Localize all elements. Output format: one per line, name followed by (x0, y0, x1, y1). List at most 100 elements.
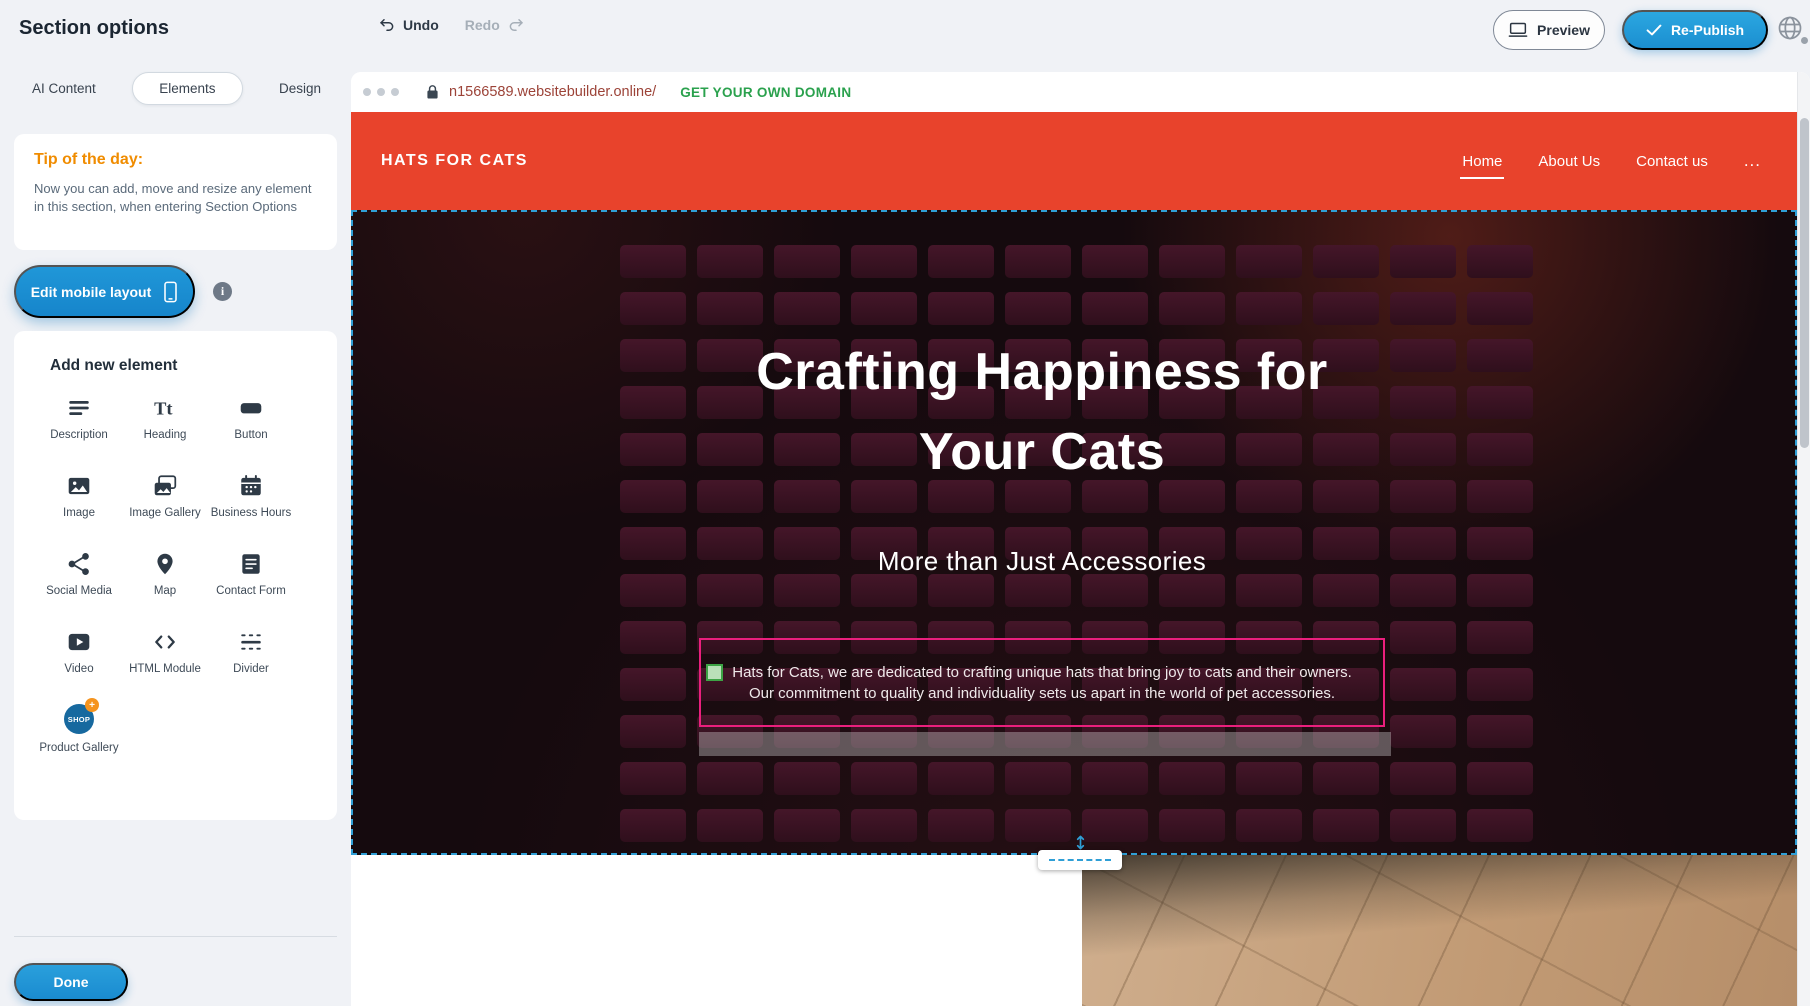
element-product-gallery[interactable]: SHOP + Product Gallery (36, 707, 122, 772)
hero-tile (1467, 480, 1533, 513)
tab-ai-content[interactable]: AI Content (24, 72, 104, 105)
nav-home[interactable]: Home (1462, 153, 1502, 170)
hero-tile (620, 574, 686, 607)
element-label: Divider (233, 662, 269, 676)
element-heading[interactable]: Tt Heading (122, 395, 208, 460)
hero-tile (1467, 433, 1533, 466)
image-gallery-icon (152, 473, 178, 499)
element-social-media[interactable]: Social Media (36, 551, 122, 616)
hero-tile (620, 480, 686, 513)
section-resize-handle[interactable] (1038, 835, 1122, 870)
next-section (351, 855, 1797, 1006)
hero-text-column: Crafting Happiness for Your Cats More th… (699, 210, 1385, 855)
element-html-module[interactable]: HTML Module (122, 629, 208, 694)
site-url[interactable]: n1566589.websitebuilder.online/ (449, 84, 656, 100)
page-title: Section options (19, 17, 169, 40)
window-dot (377, 88, 385, 96)
add-element-title: Add new element (50, 357, 337, 375)
hero-tile (1467, 668, 1533, 701)
hero-tile (620, 668, 686, 701)
edit-mobile-layout-button[interactable]: Edit mobile layout (14, 265, 195, 318)
hero-tile (620, 433, 686, 466)
window-dot (391, 88, 399, 96)
element-image-gallery[interactable]: Image Gallery (122, 473, 208, 538)
button-icon (238, 395, 264, 421)
contact-form-icon (238, 551, 264, 577)
tab-elements[interactable]: Elements (132, 72, 242, 105)
description-icon (66, 395, 92, 421)
hero-tile (1390, 386, 1456, 419)
map-pin-icon (152, 551, 178, 577)
browser-chrome: n1566589.websitebuilder.online/ GET YOUR… (351, 72, 1810, 112)
window-dot (363, 88, 371, 96)
hero-tile (1467, 715, 1533, 748)
redo-icon (507, 16, 525, 34)
edit-mobile-layout-label: Edit mobile layout (31, 284, 152, 300)
nav-about-us[interactable]: About Us (1538, 153, 1600, 170)
mobile-layout-row: Edit mobile layout i (14, 265, 232, 318)
nav-more-icon[interactable]: ... (1744, 151, 1761, 171)
resize-handle-green[interactable] (706, 664, 723, 681)
republish-label: Re-Publish (1671, 22, 1744, 38)
hero-tile (620, 527, 686, 560)
hero-subheading[interactable]: More than Just Accessories (699, 546, 1385, 577)
done-button[interactable]: Done (14, 963, 128, 1001)
site-header[interactable]: HATS FOR CATS Home About Us Contact us .… (351, 112, 1797, 210)
sidebar: AI Content Elements Design Tip of the da… (0, 58, 351, 1006)
hero-tile (1390, 809, 1456, 842)
hero-tile (620, 715, 686, 748)
nav-contact-us[interactable]: Contact us (1636, 153, 1708, 170)
preview-label: Preview (1537, 22, 1590, 38)
hero-paragraph-selected[interactable]: Hats for Cats, we are dedicated to craft… (699, 638, 1385, 727)
element-divider[interactable]: Divider (208, 629, 294, 694)
hero-tile (620, 809, 686, 842)
tip-title: Tip of the day: (34, 151, 317, 169)
element-label: Video (64, 662, 93, 676)
hero-tile (1467, 574, 1533, 607)
undo-label: Undo (403, 17, 439, 33)
element-label: Description (50, 428, 108, 442)
scrollbar[interactable] (1797, 72, 1810, 1006)
info-icon[interactable]: i (213, 282, 232, 301)
element-image[interactable]: Image (36, 473, 122, 538)
tab-design[interactable]: Design (271, 72, 329, 105)
resize-pill (1038, 850, 1122, 870)
image-icon (66, 473, 92, 499)
hero-tile (1467, 245, 1533, 278)
hero-tile (1467, 339, 1533, 372)
undo-button[interactable]: Undo (378, 16, 439, 34)
element-map[interactable]: Map (122, 551, 208, 616)
element-video[interactable]: Video (36, 629, 122, 694)
svg-text:Tt: Tt (154, 399, 173, 419)
element-label: HTML Module (129, 662, 201, 676)
hero-tile (1390, 245, 1456, 278)
hero-tile (620, 339, 686, 372)
add-element-panel: Add new element Description Tt Heading B… (14, 331, 337, 820)
resize-arrows-icon (1073, 835, 1088, 850)
get-domain-link[interactable]: GET YOUR OWN DOMAIN (680, 85, 851, 100)
element-label: Business Hours (211, 506, 292, 520)
element-button[interactable]: Button (208, 395, 294, 460)
hover-ghost-strip (699, 732, 1391, 756)
divider-icon (238, 629, 264, 655)
hero-section[interactable]: Crafting Happiness for Your Cats More th… (351, 210, 1797, 855)
hero-tile (620, 621, 686, 654)
hero-tile (1467, 809, 1533, 842)
browser-window: n1566589.websitebuilder.online/ GET YOUR… (351, 72, 1810, 1006)
element-label: Product Gallery (39, 741, 118, 755)
redo-button[interactable]: Redo (465, 16, 525, 34)
scrollbar-thumb[interactable] (1800, 118, 1809, 448)
site-nav: Home About Us Contact us ... (1462, 112, 1761, 210)
preview-button[interactable]: Preview (1493, 10, 1605, 50)
republish-button[interactable]: Re-Publish (1622, 10, 1768, 50)
hero-tile (1390, 527, 1456, 560)
element-label: Image (63, 506, 95, 520)
hero-tile (1390, 339, 1456, 372)
hero-tile (1467, 621, 1533, 654)
hero-tile (1390, 762, 1456, 795)
hero-heading[interactable]: Crafting Happiness for Your Cats (699, 332, 1385, 492)
element-business-hours[interactable]: Business Hours (208, 473, 294, 538)
element-contact-form[interactable]: Contact Form (208, 551, 294, 616)
language-globe-icon[interactable] (1776, 14, 1806, 44)
element-description[interactable]: Description (36, 395, 122, 460)
